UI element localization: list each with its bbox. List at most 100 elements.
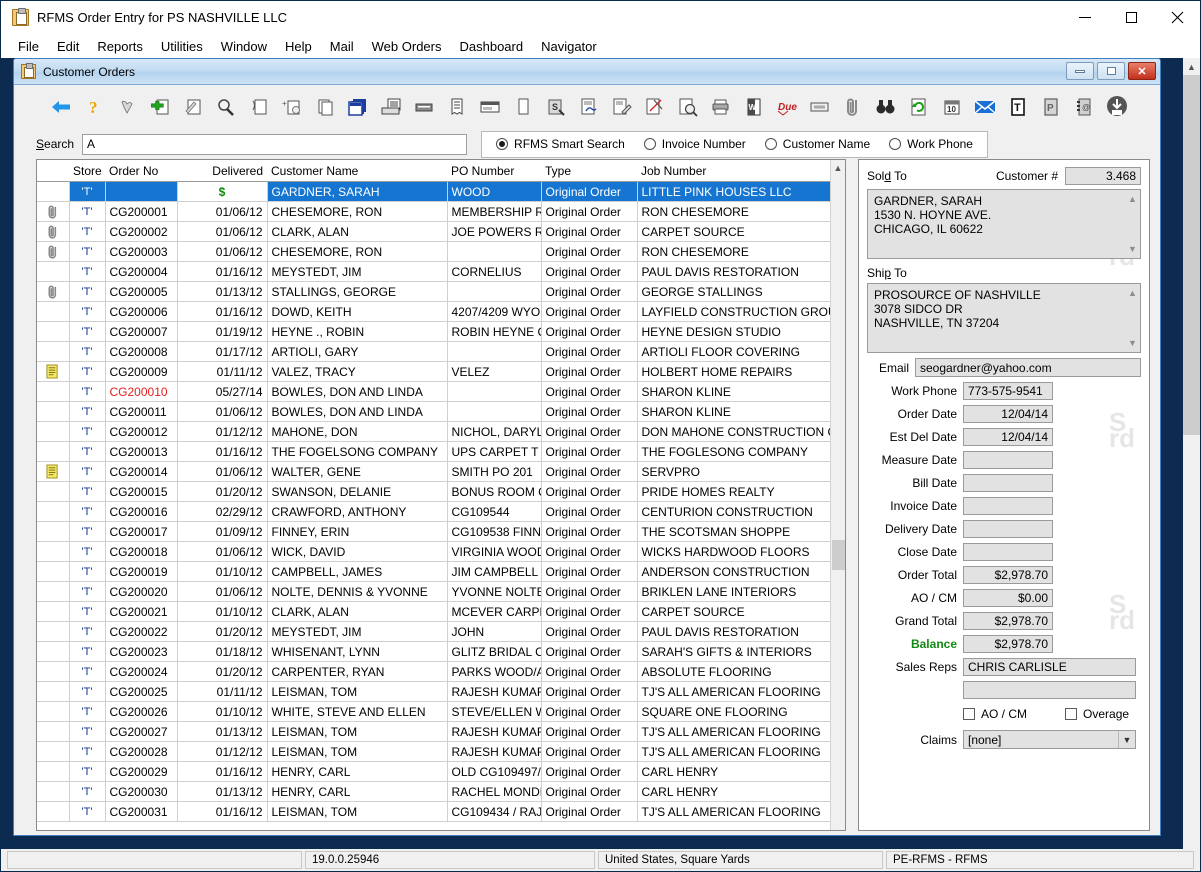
attachment-cell[interactable] (37, 261, 70, 282)
table-row[interactable]: 'T' CG200026 01/10/12 WHITE, STEVE AND ELLE… (37, 701, 832, 722)
blank-page-icon[interactable] (506, 92, 539, 122)
menu-item-utilities[interactable]: Utilities (152, 36, 212, 57)
table-row[interactable]: 'T' CG200014 01/06/12 WALTER, GENE SMITH PO … (37, 461, 832, 482)
table-row[interactable]: 'T' CG200007 01/19/12 HEYNE ., ROBIN ROBIN H… (37, 321, 832, 342)
child-close-button[interactable]: ✕ (1128, 62, 1156, 80)
binoculars-icon[interactable] (869, 92, 902, 122)
calendar-icon[interactable]: 10 (935, 92, 968, 122)
radio-invoice-number[interactable]: Invoice Number (643, 137, 746, 151)
col-header-store[interactable]: Store (69, 160, 105, 182)
table-row[interactable]: 'T' CG200010 05/27/14 BOWLES, DON AND LINDA… (37, 381, 832, 402)
attachment-cell[interactable] (37, 601, 70, 622)
table-row[interactable]: 'T' CG200030 01/13/12 HENRY, CARL RACHEL MON… (37, 781, 832, 802)
table-row[interactable]: 'T' CG200003 01/06/12 CHESEMORE, RON Origina… (37, 241, 832, 262)
attachment-cell[interactable] (37, 341, 70, 362)
review-document-icon[interactable] (671, 92, 704, 122)
refresh-document-icon[interactable] (902, 92, 935, 122)
workspace-scrollbar-thumb[interactable] (1183, 75, 1200, 435)
ship-to-scrollbar[interactable]: ▲ ▼ (1125, 284, 1140, 352)
detail-field-value[interactable]: $2,978.70 (963, 612, 1053, 630)
attachment-cell[interactable] (37, 321, 70, 342)
table-row[interactable]: 'T' CG200016 02/29/12 CRAWFORD, ANTHONY CG10… (37, 501, 832, 522)
table-row[interactable]: 'T' CG200024 01/20/12 CARPENTER, RYAN PARKS … (37, 661, 832, 682)
detail-field-value[interactable] (963, 497, 1053, 515)
email-field[interactable]: seogardner@yahoo.com (915, 358, 1141, 377)
attachment-cell[interactable] (37, 661, 70, 682)
table-row[interactable]: 'T' CG200011 01/06/12 BOWLES, DON AND LINDA… (37, 401, 832, 422)
table-row[interactable]: 'T' CG200020 01/06/12 NOLTE, DENNIS & YVONN… (37, 581, 832, 602)
table-row[interactable]: 'T' $ GARDNER, SARAH WOOD Original Order LITT… (37, 181, 832, 202)
customer-number-value[interactable]: 3.468 (1065, 167, 1141, 185)
sold-to-address[interactable]: GARDNER, SARAH 1530 N. HOYNE AVE. CHICAG… (867, 189, 1141, 259)
detail-field-value[interactable] (963, 543, 1053, 561)
table-row[interactable]: 'T' CG200023 01/18/12 WHISENANT, LYNN GLITZ … (37, 641, 832, 662)
menu-item-edit[interactable]: Edit (48, 36, 88, 57)
attachment-cell[interactable] (37, 701, 70, 722)
attachment-cell[interactable] (37, 561, 70, 582)
table-row[interactable]: 'T' CG200027 01/13/12 LEISMAN, TOM RAJESH KU… (37, 721, 832, 742)
credit-card-icon[interactable] (473, 92, 506, 122)
bird-icon[interactable] (110, 92, 143, 122)
attachment-cell[interactable] (37, 401, 70, 422)
attachment-cell[interactable] (37, 681, 70, 702)
table-row[interactable]: 'T' CG200013 01/16/12 THE FOGELSONG COMPANY… (37, 441, 832, 462)
child-restore-button[interactable] (1097, 62, 1125, 80)
attachment-cell[interactable] (37, 481, 70, 502)
attachment-cell[interactable] (37, 381, 70, 402)
attachment-cell[interactable] (37, 281, 70, 302)
attachment-cell[interactable] (37, 501, 70, 522)
chevron-up-icon[interactable]: ▲ (1183, 58, 1200, 75)
table-row[interactable]: 'T' CG200002 01/06/12 CLARK, ALAN JOE POWERS… (37, 221, 832, 242)
maximize-button[interactable] (1108, 1, 1154, 34)
table-row[interactable]: 'T' CG200029 01/16/12 HENRY, CARL OLD CG1094… (37, 761, 832, 782)
printer-icon[interactable] (704, 92, 737, 122)
col-header-po-number[interactable]: PO Number (447, 160, 541, 182)
radio-customer-name[interactable]: Customer Name (764, 137, 870, 151)
detail-field-value[interactable]: 12/04/14 (963, 428, 1053, 446)
table-row[interactable]: 'T' CG200021 01/10/12 CLARK, ALAN MCEVER CAR… (37, 601, 832, 622)
print-list-icon[interactable] (374, 92, 407, 122)
attachment-cell[interactable] (37, 541, 70, 562)
text-tool-icon[interactable]: T (1001, 92, 1034, 122)
sold-to-scrollbar[interactable]: ▲ ▼ (1125, 190, 1140, 258)
workspace-scrollbar[interactable]: ▲ ▼ (1183, 58, 1200, 871)
sample-bag-icon[interactable]: S (539, 92, 572, 122)
radio-work-phone[interactable]: Work Phone (889, 137, 973, 151)
attachment-cell[interactable] (37, 521, 70, 542)
ship-to-address[interactable]: PROSOURCE OF NASHVILLE 3078 SIDCO DR NAS… (867, 283, 1141, 353)
sales-rep-2-field[interactable] (963, 681, 1136, 699)
add-document-icon[interactable] (143, 92, 176, 122)
table-row[interactable]: 'T' CG200005 01/13/12 STALLINGS, GEORGE Orig… (37, 281, 832, 302)
envelope-mail-icon[interactable] (968, 92, 1001, 122)
table-row[interactable]: 'T' CG200028 01/12/12 LEISMAN, TOM RAJESH KU… (37, 741, 832, 762)
menu-item-web-orders[interactable]: Web Orders (363, 36, 451, 57)
invoice-icon[interactable] (440, 92, 473, 122)
parking-icon[interactable]: P (1034, 92, 1067, 122)
detail-field-value[interactable]: $2,978.70 (963, 566, 1053, 584)
search-input[interactable] (82, 133, 468, 155)
menu-item-mail[interactable]: Mail (321, 36, 363, 57)
table-row[interactable]: 'T' CG200006 01/16/12 DOWD, KEITH 4207/4209 … (37, 301, 832, 322)
table-row[interactable]: 'T' CG200019 01/10/12 CAMPBELL, JAMES JIM CA… (37, 561, 832, 582)
table-row[interactable]: 'T' CG200004 01/16/12 MEYSTEDT, JIM CORNELIU… (37, 261, 832, 282)
remove-document-icon[interactable]: + (275, 92, 308, 122)
close-button[interactable] (1154, 1, 1200, 34)
attachment-cell[interactable] (37, 301, 70, 322)
attachment-cell[interactable] (37, 761, 70, 782)
edit-document-icon[interactable] (176, 92, 209, 122)
detail-field-value[interactable] (963, 474, 1053, 492)
back-arrow-icon[interactable] (44, 92, 77, 122)
menu-item-dashboard[interactable]: Dashboard (450, 36, 532, 57)
attachment-cell[interactable] (37, 421, 70, 442)
attachment-cell[interactable] (37, 241, 70, 262)
claims-dropdown[interactable]: [none] ▼ (963, 730, 1136, 749)
address-book-icon[interactable]: @ (1067, 92, 1100, 122)
menu-item-reports[interactable]: Reports (88, 36, 152, 57)
chevron-down-icon[interactable]: ▼ (1118, 731, 1135, 748)
table-row[interactable]: 'T' CG200001 01/06/12 CHESEMORE, RON MEMBERS… (37, 201, 832, 222)
menu-item-file[interactable]: File (9, 36, 48, 57)
detail-field-value[interactable] (963, 451, 1053, 469)
detail-field-value[interactable]: $0.00 (963, 589, 1053, 607)
open-document-icon[interactable] (242, 92, 275, 122)
card-swipe-icon[interactable] (407, 92, 440, 122)
